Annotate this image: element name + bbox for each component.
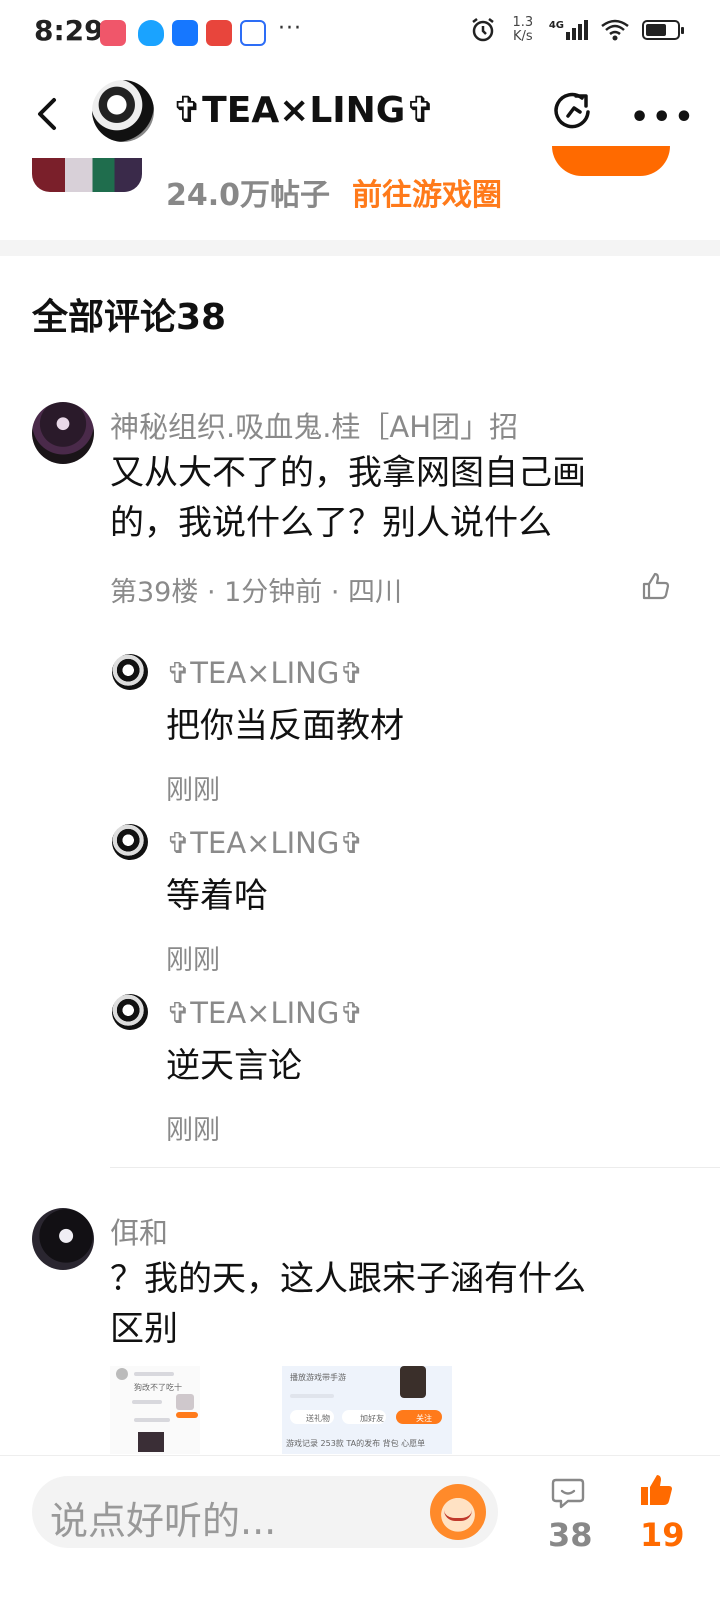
commenter-avatar[interactable] [32,402,94,464]
author-name[interactable]: ✞TEA×LING✞ [172,90,436,131]
like-icon[interactable] [640,570,672,602]
reply-avatar[interactable] [112,824,148,860]
reply-avatar[interactable] [112,994,148,1030]
game-circle-thumbnail[interactable] [32,158,142,192]
like-count[interactable]: 19 [640,1516,685,1554]
baidu-app-icon [240,20,266,46]
battery-icon [642,20,684,40]
wifi-icon [601,19,629,41]
comment-input-placeholder: 说点好听的... [50,1499,277,1543]
reply-time: 刚刚 [166,775,220,806]
join-circle-button[interactable] [552,146,670,176]
thumbs-up-icon[interactable] [638,1472,674,1508]
comment-image-thumbnail[interactable]: 狗改不了吃十 [110,1366,200,1454]
reply-text[interactable]: 把你当反面教材 [166,698,404,747]
reply-time: 刚刚 [166,1115,220,1146]
comment-input[interactable]: 说点好听的... [32,1476,498,1548]
post-count: 24.0万帖子 [166,178,331,213]
comment-count[interactable]: 38 [548,1516,593,1554]
reply-user[interactable]: ✞TEA×LING✞ [166,826,364,860]
author-avatar[interactable] [92,80,154,142]
goto-game-circle-link[interactable]: 前往游戏圈 [352,170,502,214]
more-notifications-icon: ··· [278,16,302,41]
commenter-name[interactable]: 神秘组织.吸血鬼.桂［AH团」招 [110,404,518,446]
alipay-app-icon [172,20,198,46]
shield-app-icon [138,20,164,46]
status-time: 8:29 [34,14,104,47]
cell-signal-icon: 4G [549,20,588,40]
comments-section-title: 全部评论38 [32,297,227,338]
comment-text[interactable]: 又从大不了的，我拿网图自己画 的，我说什么了？别人说什么 [110,448,586,548]
reply-text[interactable]: 等着哈 [166,868,268,917]
comment-bubble-icon[interactable] [550,1474,586,1510]
reply-avatar[interactable] [112,654,148,690]
shopping-app-icon [100,20,126,46]
status-bar: 8:29 ··· 1.3 K/s 4G [0,0,720,68]
section-divider [0,240,720,256]
alarm-icon [472,18,494,42]
net-speed: 1.3 K/s [512,15,534,44]
comment-text[interactable]: ？我的天，这人跟宋子涵有什么 区别 [110,1254,586,1354]
reply-user[interactable]: ✞TEA×LING✞ [166,996,364,1030]
reader-app-icon [206,20,232,46]
reply-time: 刚刚 [166,945,220,976]
mascot-emoji-icon[interactable] [430,1484,486,1540]
share-button[interactable] [552,90,594,132]
bottom-action-bar: 说点好听的... 38 19 [0,1455,720,1600]
comment-image-thumbnail[interactable]: 播放游戏带手游 送礼物 加好友 关注 游戏记录 253款 TA的发布 背包 心愿… [282,1366,452,1454]
more-options-button[interactable]: ••• [630,100,697,135]
reply-text[interactable]: 逆天言论 [166,1038,302,1087]
comment-meta: 第39楼 · 1分钟前 · 四川 [110,577,403,608]
commenter-name[interactable]: 佴和 [110,1210,168,1252]
comment-divider [110,1167,720,1168]
commenter-avatar[interactable] [32,1208,94,1270]
back-button[interactable] [28,92,68,136]
reply-user[interactable]: ✞TEA×LING✞ [166,656,364,690]
